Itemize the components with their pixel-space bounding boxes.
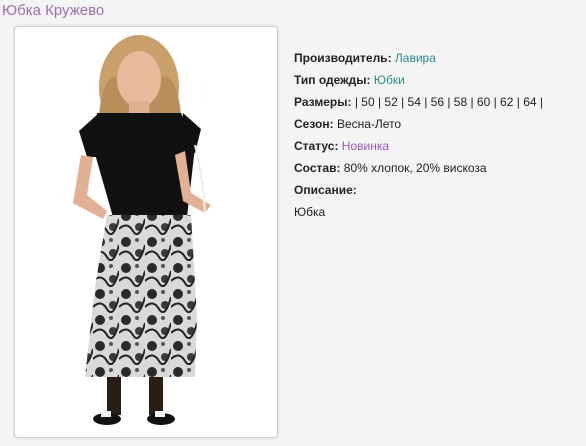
composition-label: Состав: [294,161,341,175]
clothing-type-label: Тип одежды: [294,73,371,87]
manufacturer-link[interactable]: Лавира [395,51,436,65]
clothing-type-link[interactable]: Юбки [374,73,405,87]
clothing-type-row: Тип одежды: Юбки [294,69,584,91]
product-details: Производитель: Лавира Тип одежды: Юбки Р… [294,47,584,223]
sizes-value: | 50 | 52 | 54 | 56 | 58 | 60 | 62 | 64 … [354,95,543,109]
model-illustration [73,35,211,425]
season-value: Весна-Лето [336,117,402,131]
description-label: Описание: [294,183,357,197]
status-link[interactable]: Новинка [342,139,389,153]
status-row: Статус: Новинка [294,135,584,157]
page-title: Юбка Кружево [2,2,105,19]
composition-value: 80% хлопок, 20% вискоза [343,161,487,175]
sizes-row: Размеры: | 50 | 52 | 54 | 56 | 58 | 60 |… [294,91,584,113]
description-text: Юбка [294,205,326,219]
status-label: Статус: [294,139,339,153]
sizes-label: Размеры: [294,95,352,109]
description-row: Описание: [294,179,584,201]
season-label: Сезон: [294,117,334,131]
product-photo[interactable] [14,26,278,438]
season-row: Сезон: Весна-Лето [294,113,584,135]
manufacturer-label: Производитель: [294,51,392,65]
manufacturer-row: Производитель: Лавира [294,47,584,69]
composition-row: Состав: 80% хлопок, 20% вискоза [294,157,584,179]
